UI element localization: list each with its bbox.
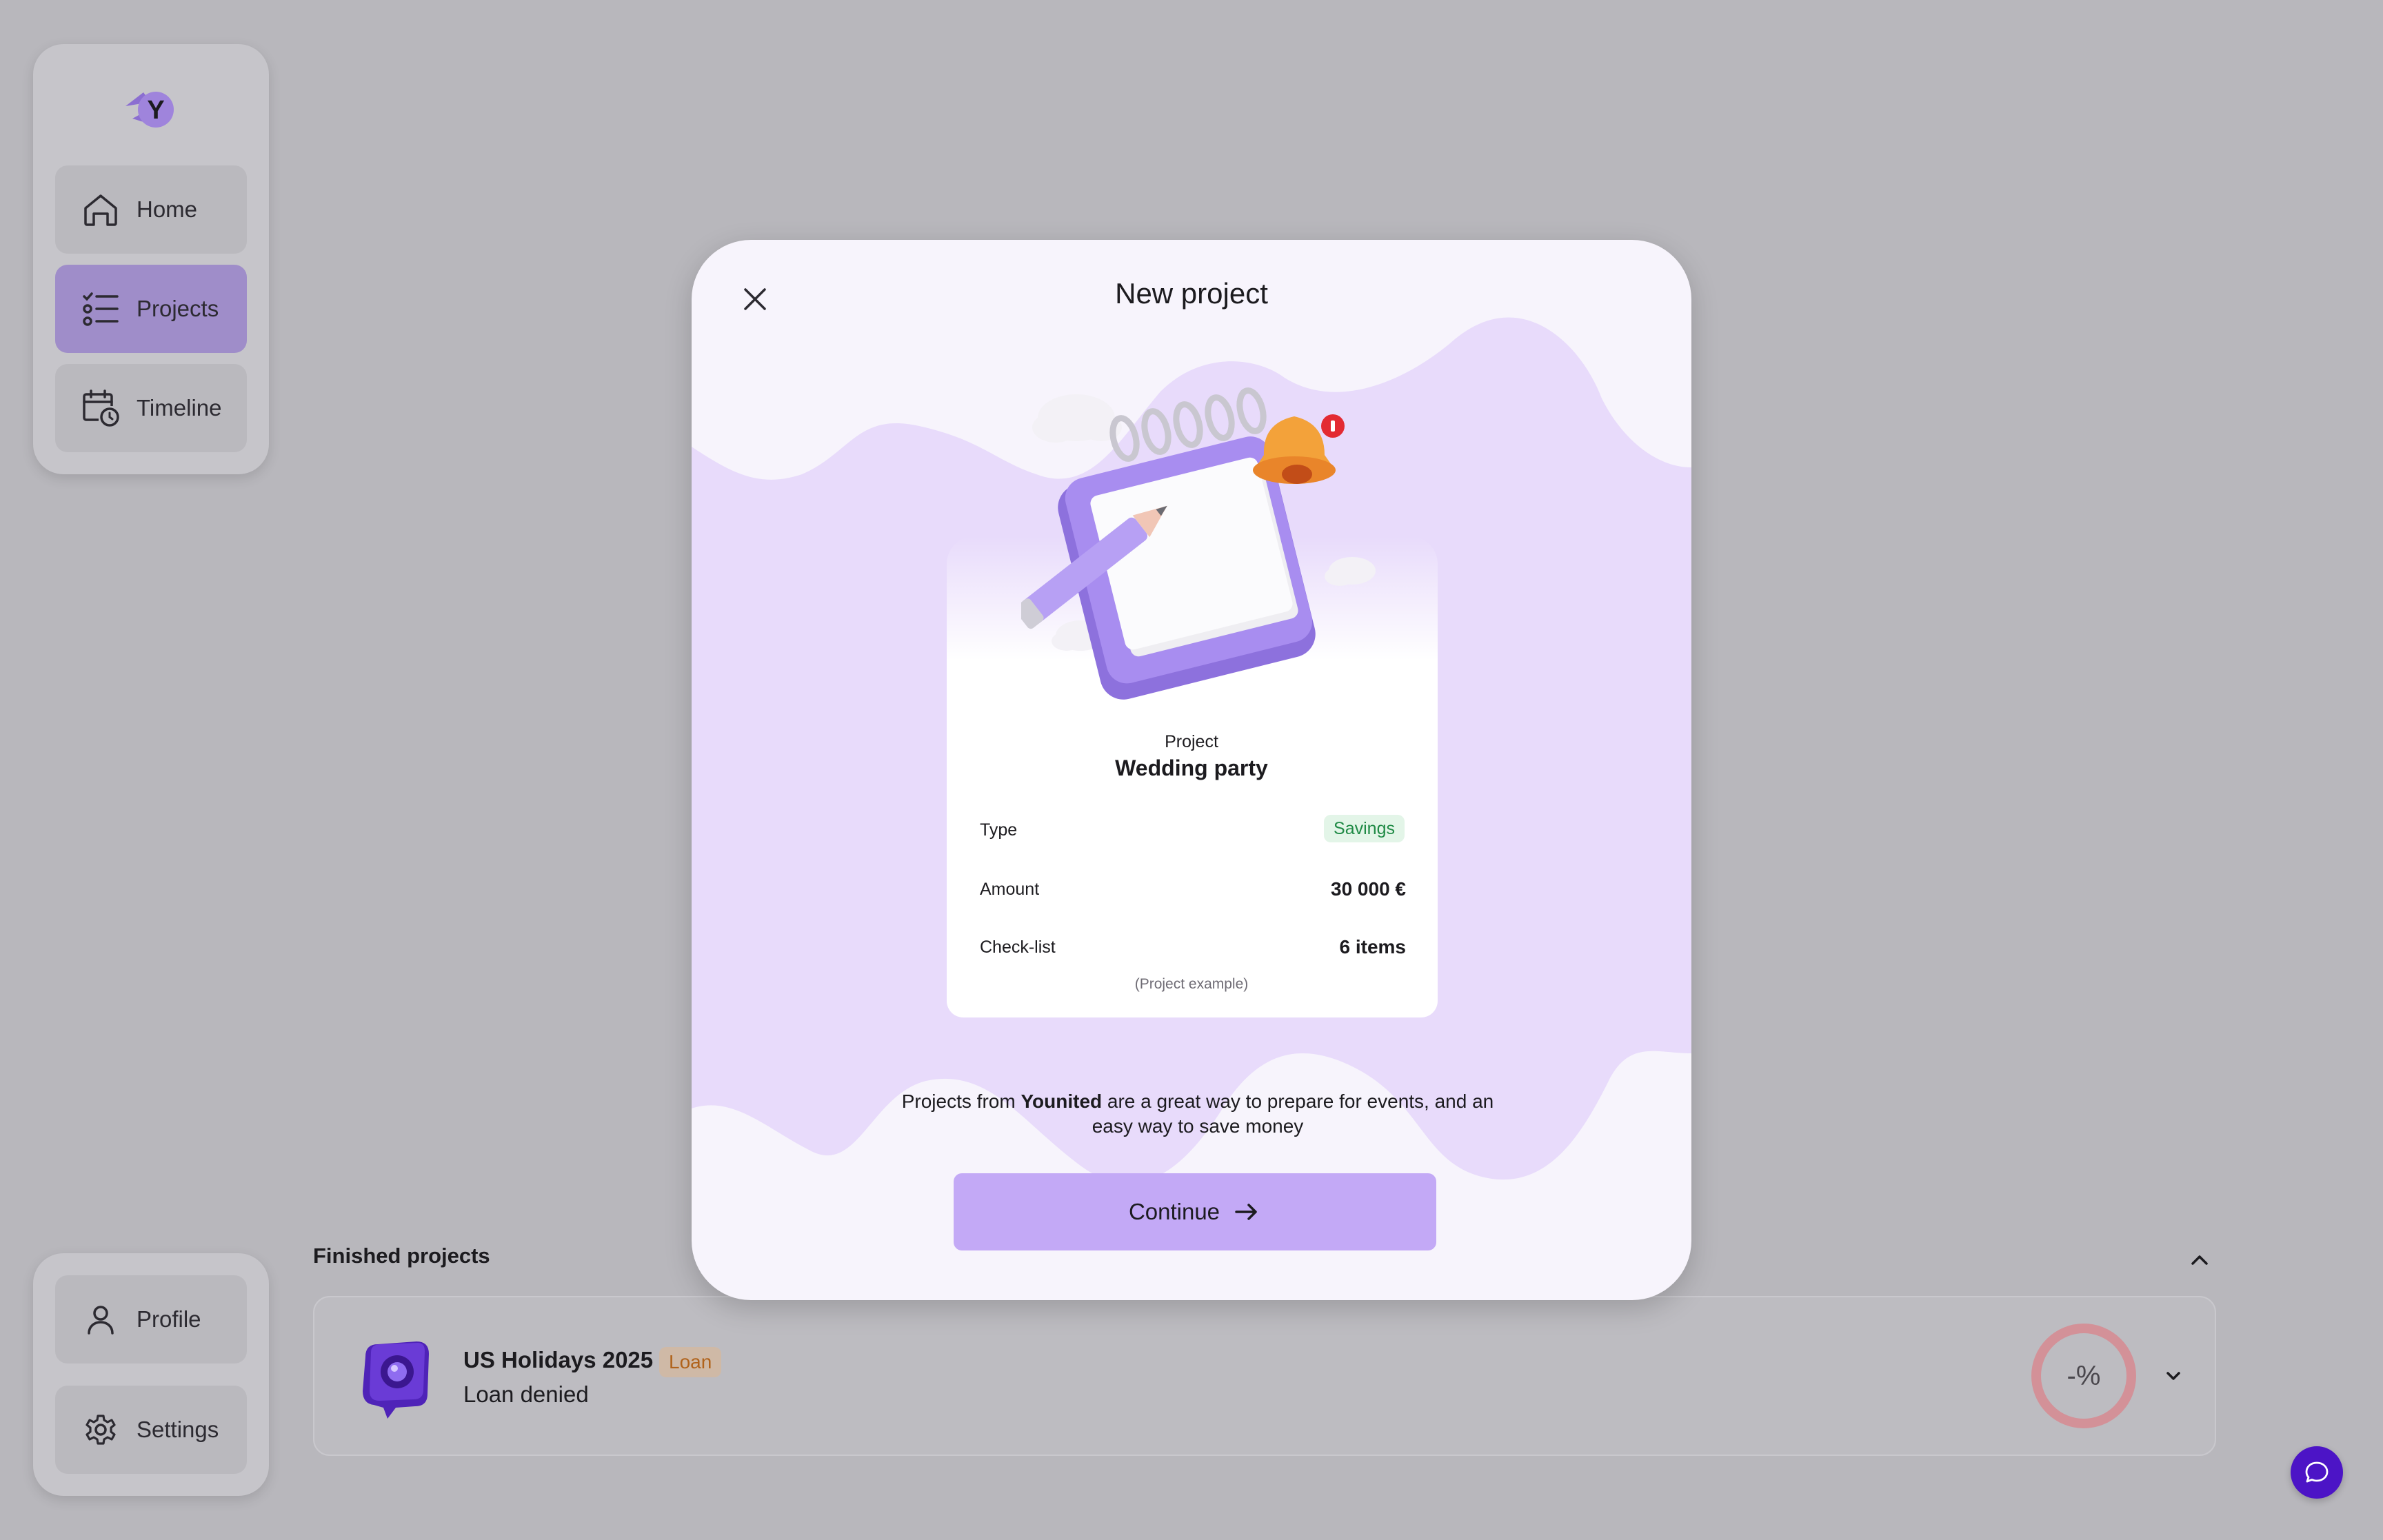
- arrow-right-icon: [1235, 1204, 1257, 1220]
- project-status: Loan denied: [463, 1381, 589, 1407]
- description-text-end: are a great way to prepare for events, a…: [1092, 1091, 1494, 1137]
- continue-button[interactable]: Continue: [954, 1173, 1436, 1250]
- chevron-up-icon[interactable]: [2186, 1246, 2213, 1274]
- example-project-name: Wedding party: [1115, 756, 1268, 780]
- type-label: Type: [980, 820, 1018, 840]
- gear-icon: [80, 1409, 121, 1450]
- sidebar-item-timeline[interactable]: Timeline: [55, 364, 247, 452]
- camera-project-icon: [363, 1341, 429, 1419]
- modal-title: New project: [1115, 277, 1268, 310]
- project-name: US Holidays 2025: [463, 1347, 654, 1372]
- modal-description: Projects from Younited are a great way t…: [885, 1089, 1511, 1139]
- sidebar-item-profile[interactable]: Profile: [55, 1275, 247, 1364]
- sidebar-item-settings[interactable]: Settings: [55, 1386, 247, 1474]
- sidebar-item-home[interactable]: Home: [55, 165, 247, 254]
- checklist-label: Check-list: [980, 938, 1056, 957]
- sidebar-item-label: Timeline: [137, 395, 222, 421]
- loan-badge: Loan: [659, 1347, 722, 1377]
- sidebar-item-projects[interactable]: Projects: [55, 265, 247, 353]
- example-label: Project: [1165, 732, 1218, 751]
- brand-name: Younited: [1020, 1091, 1103, 1112]
- svg-text:Y: Y: [147, 96, 164, 125]
- sidebar-item-label: Projects: [137, 296, 219, 321]
- savings-badge: Savings: [1324, 815, 1405, 842]
- amount-label: Amount: [980, 880, 1040, 899]
- sidebar-item-label: Home: [137, 196, 198, 222]
- notepad-bell-illustration: [1021, 387, 1376, 700]
- finished-project-card[interactable]: US Holidays 2025 Loan Loan denied -%: [313, 1296, 2216, 1456]
- sidebar-bottom: Profile Settings: [33, 1253, 269, 1496]
- younited-logo: Y: [125, 92, 174, 128]
- checklist-value: 6 items: [1339, 936, 1407, 958]
- finished-projects-title: Finished projects: [313, 1244, 490, 1268]
- rate-value: -%: [2067, 1360, 2101, 1391]
- continue-label: Continue: [1128, 1199, 1220, 1224]
- amount-value: 30 000 €: [1331, 878, 1406, 900]
- example-footnote: (Project example): [1134, 976, 1249, 992]
- chat-button[interactable]: [2291, 1446, 2343, 1499]
- chat-bubble-icon: [2305, 1461, 2329, 1483]
- sidebar-item-label: Profile: [137, 1306, 201, 1332]
- new-project-modal: New project Project Wedding party Type S…: [692, 240, 1691, 1300]
- sidebar-top: Y Home Projects Timeline: [33, 44, 269, 474]
- rate-ring: -%: [2031, 1324, 2136, 1428]
- home-icon: [80, 189, 121, 230]
- chevron-down-icon[interactable]: [2160, 1362, 2187, 1390]
- description-text-start: Projects from: [901, 1091, 1021, 1112]
- calendar-clock-icon: [80, 387, 121, 429]
- user-icon: [80, 1299, 121, 1340]
- checklist-icon: [80, 288, 121, 330]
- sidebar-item-label: Settings: [137, 1417, 219, 1442]
